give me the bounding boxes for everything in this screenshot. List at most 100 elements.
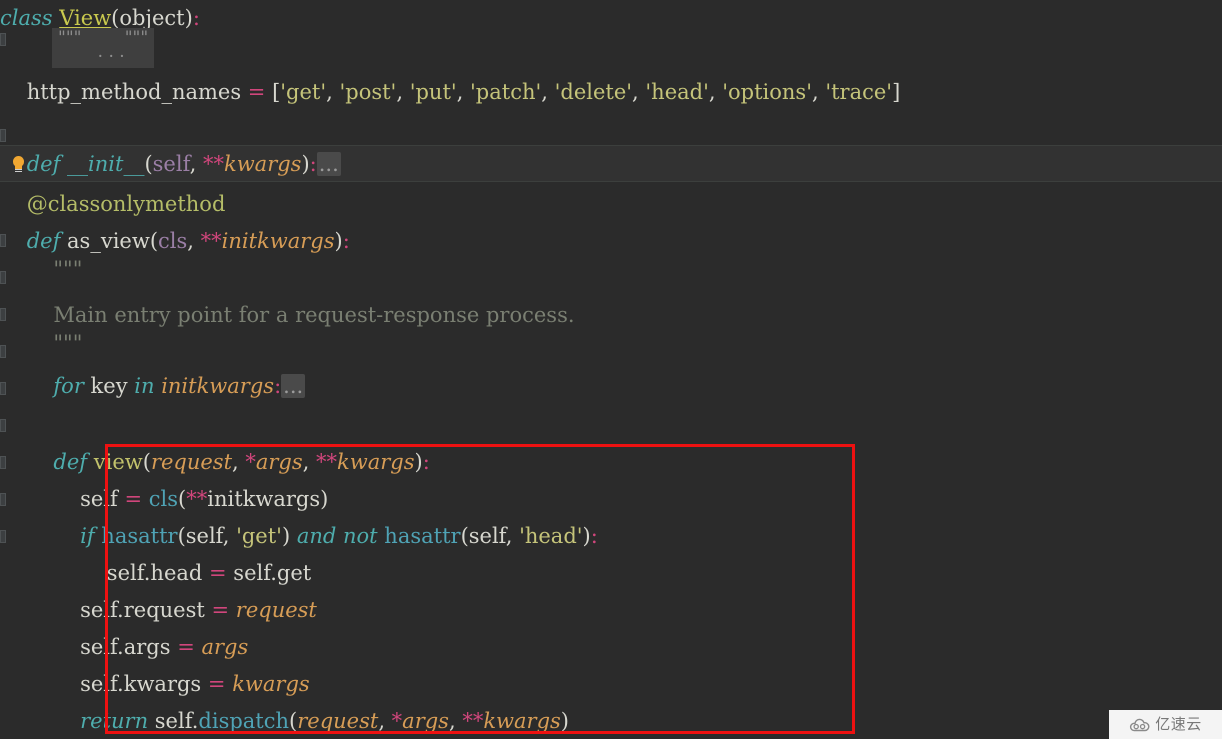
line-doc-close[interactable]: """ bbox=[0, 325, 1222, 362]
code-token: self.args bbox=[0, 635, 178, 659]
code-token: ( bbox=[149, 229, 159, 253]
code-token: hasattr bbox=[384, 524, 461, 548]
code-token: ( bbox=[289, 709, 298, 733]
line-docstring-fold[interactable]: """ """ · · · bbox=[0, 28, 1222, 68]
code-token: for bbox=[53, 374, 84, 398]
code-token: self.request bbox=[0, 598, 212, 622]
code-token: 'delete' bbox=[554, 80, 633, 104]
code-token: initkwargs bbox=[161, 374, 275, 398]
code-token: 'get' bbox=[280, 80, 327, 104]
code-token: dispatch bbox=[198, 709, 290, 733]
code-token: [ bbox=[265, 80, 281, 104]
line-self-head[interactable]: self.head = self.get bbox=[0, 555, 1222, 592]
code-token: ) bbox=[184, 6, 193, 30]
code-token: , bbox=[187, 229, 201, 253]
code-token: args bbox=[201, 635, 249, 659]
code-token: """ bbox=[0, 257, 83, 281]
code-token: ** bbox=[316, 450, 338, 474]
code-token: class bbox=[0, 6, 53, 30]
code-token: , bbox=[222, 524, 237, 548]
line-if-hasattr[interactable]: if hasattr(self, 'get') and not hasattr(… bbox=[0, 518, 1222, 555]
code-token: ) bbox=[281, 524, 297, 548]
code-line-text: self.head = self.get bbox=[0, 555, 311, 592]
code-token: cls bbox=[148, 487, 179, 511]
code-token: , bbox=[396, 80, 410, 104]
watermark: 亿速云 bbox=[1109, 710, 1222, 739]
code-token: , bbox=[326, 80, 340, 104]
code-token: ) bbox=[414, 450, 423, 474]
code-token: initkwargs bbox=[207, 487, 321, 511]
code-token: args bbox=[255, 450, 303, 474]
code-token: @classonlymethod bbox=[26, 192, 226, 216]
code-token: and bbox=[296, 524, 337, 548]
code-token: ( bbox=[142, 450, 151, 474]
code-token: ) bbox=[582, 524, 591, 548]
code-token: , bbox=[378, 709, 392, 733]
code-token: self bbox=[0, 487, 125, 511]
code-line-text: @classonlymethod bbox=[0, 186, 226, 223]
code-token: ( bbox=[177, 524, 186, 548]
code-token: * bbox=[391, 709, 403, 733]
code-token: = bbox=[207, 672, 226, 696]
gutter-fold-tick[interactable] bbox=[0, 129, 6, 142]
code-token: view bbox=[87, 450, 143, 474]
code-line-text: return self.dispatch(request, *args, **k… bbox=[0, 703, 569, 739]
code-token: initkwargs bbox=[221, 229, 335, 253]
code-token: 'head' bbox=[519, 524, 583, 548]
line-http-method-names[interactable]: http_method_names = ['get', 'post', 'put… bbox=[0, 74, 1222, 111]
code-token: args bbox=[402, 709, 449, 733]
code-token: 'options' bbox=[722, 80, 812, 104]
code-token: : bbox=[192, 6, 200, 30]
code-token: 'head' bbox=[645, 80, 709, 104]
code-token: ( bbox=[144, 152, 153, 176]
code-token: View bbox=[59, 6, 112, 30]
code-token: , bbox=[189, 152, 203, 176]
line-self-args[interactable]: self.args = args bbox=[0, 629, 1222, 666]
code-token: ] bbox=[892, 80, 901, 104]
code-line-text: http_method_names = ['get', 'post', 'put… bbox=[0, 74, 901, 111]
gutter-fold-tick[interactable] bbox=[0, 419, 6, 432]
line-decorator[interactable]: @classonlymethod bbox=[0, 186, 1222, 223]
code-token: : bbox=[309, 152, 317, 176]
code-token: hasattr bbox=[101, 524, 178, 548]
code-token: """ bbox=[0, 331, 83, 355]
line-init-def[interactable]: def __init__(self, **kwargs):... bbox=[0, 145, 1222, 182]
code-token: = bbox=[247, 80, 266, 104]
code-token: 'patch' bbox=[470, 80, 542, 104]
collapsed-fold-marker[interactable]: ... bbox=[316, 152, 341, 176]
code-token: ) bbox=[301, 152, 310, 176]
collapsed-fold-marker[interactable]: ... bbox=[281, 374, 306, 398]
code-token: request bbox=[235, 598, 317, 622]
line-doc-open[interactable]: """ bbox=[0, 251, 1222, 288]
code-line-text: if hasattr(self, 'get') and not hasattr(… bbox=[0, 518, 598, 555]
line-view-def[interactable]: def view(request, *args, **kwargs): bbox=[0, 444, 1222, 481]
code-token: ) bbox=[320, 487, 329, 511]
line-self-kwargs[interactable]: self.kwargs = kwargs bbox=[0, 666, 1222, 703]
code-line-text: self = cls(**initkwargs) bbox=[0, 481, 328, 518]
watermark-text: 亿速云 bbox=[1155, 715, 1202, 733]
code-line-text: def __init__(self, **kwargs):... bbox=[0, 146, 341, 183]
code-token: , bbox=[541, 80, 555, 104]
code-token: ** bbox=[202, 152, 224, 176]
code-token: 'post' bbox=[339, 80, 397, 104]
code-token: if bbox=[80, 524, 95, 548]
collapsed-docstring-fold[interactable]: """ """ · · · bbox=[52, 28, 155, 68]
code-token: cls bbox=[158, 229, 188, 253]
code-token: kwargs bbox=[483, 709, 561, 733]
line-for-key[interactable]: for key in initkwargs:... bbox=[0, 368, 1222, 405]
code-token: 'get' bbox=[236, 524, 282, 548]
code-token: , bbox=[448, 709, 463, 733]
line-self-request[interactable]: self.request = request bbox=[0, 592, 1222, 629]
code-line-text: self.args = args bbox=[0, 629, 248, 666]
code-token: ** bbox=[462, 709, 484, 733]
code-token: = bbox=[177, 635, 195, 659]
line-return-dispatch[interactable]: return self.dispatch(request, *args, **k… bbox=[0, 703, 1222, 739]
line-self-cls[interactable]: self = cls(**initkwargs) bbox=[0, 481, 1222, 518]
code-token: http_method_names bbox=[0, 80, 248, 104]
code-token: , bbox=[232, 450, 246, 474]
code-token: : bbox=[422, 450, 430, 474]
code-editor[interactable]: class View (object): """ """ · · · http_me… bbox=[0, 0, 1222, 739]
